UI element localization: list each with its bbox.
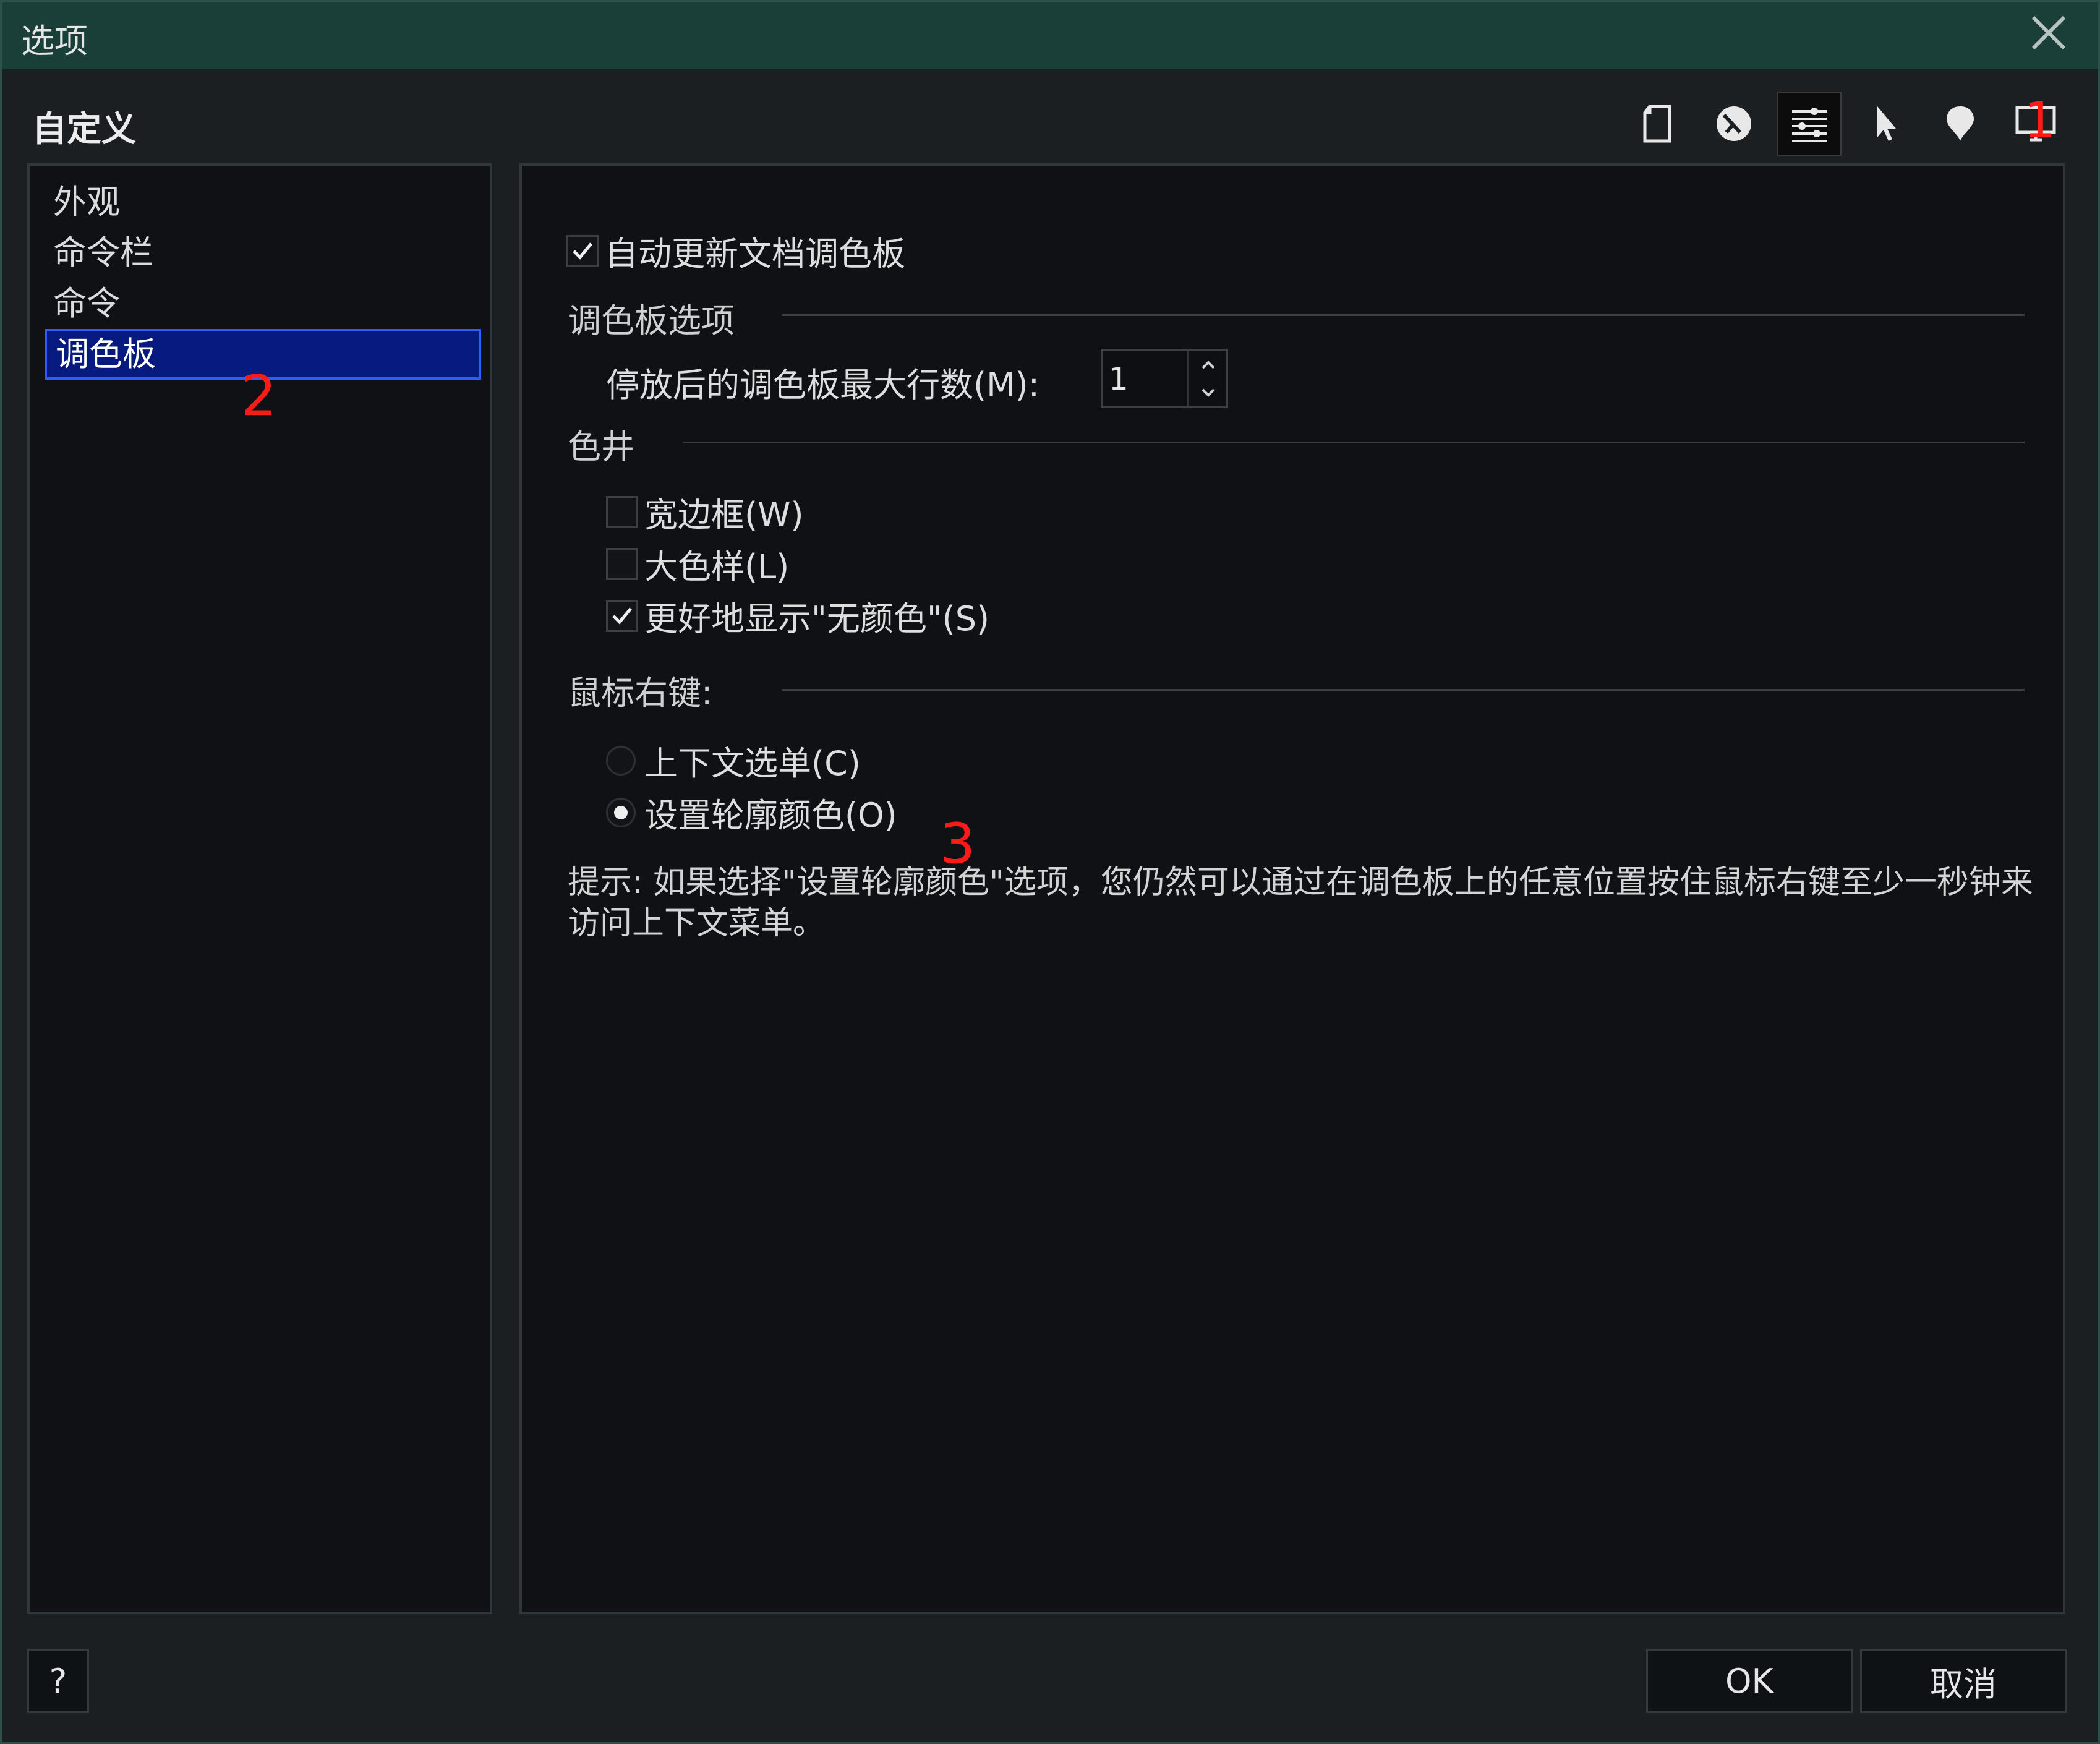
close-icon [2031,15,2066,50]
max-rows-input[interactable] [1109,357,1183,401]
tools-button[interactable] [1853,92,1917,156]
max-rows-spinner[interactable] [1101,349,1228,408]
divider [683,442,2025,443]
settings-panel: 自动更新文档调色板 调色板选项 停放后的调色板最大行数(M): 色井 [519,163,2065,1614]
category-toolbar [1626,92,2068,156]
global-button[interactable] [1928,92,1992,156]
title-bar[interactable]: 选项 [2,2,2098,69]
radio-circle[interactable] [606,797,636,827]
right-click-heading: 鼠标右键: [568,673,713,712]
customize-button[interactable] [1777,92,1842,156]
checkbox-box[interactable] [606,599,638,632]
set-outline-label: 设置轮廓颜色(O) [644,796,897,835]
workspace-button[interactable] [1702,92,1766,156]
set-outline-radio[interactable]: 设置轮廓颜色(O) [606,788,897,837]
checkmark-icon [612,607,632,625]
chevron-down-icon [1202,388,1215,397]
options-dialog: 选项 自定义 1 外观 命令栏 命令 调色板 2 自动更新文档调色板 调色板选项… [0,0,2100,1744]
wide-border-checkbox[interactable]: 宽边框(W) [606,487,804,536]
better-no-color-label: 更好地显示"无颜色"(S) [644,599,990,638]
large-swatch-label: 大色样(L) [644,547,790,586]
dialog-body: 自定义 1 外观 命令栏 命令 调色板 2 自动更新文档调色板 调色板选项 停放… [2,69,2098,1742]
better-no-color-checkbox[interactable]: 更好地显示"无颜色"(S) [606,591,989,640]
cancel-button[interactable]: 取消 [1860,1649,2067,1713]
page-title: 自定义 [32,109,136,150]
tree-item-appearance[interactable]: 外观 [45,177,481,228]
checkbox-box[interactable] [606,495,638,528]
color-wells-heading: 色井 [568,427,634,466]
divider [782,689,2025,691]
checkbox-box[interactable] [606,547,638,580]
radio-selected-dot [614,805,628,819]
hint-text: 提示: 如果选择"设置轮廓颜色"选项，您仍然可以通过在调色板上的任意位置按住鼠标… [568,864,2033,942]
window-title: 选项 [21,22,88,61]
context-menu-label: 上下文选单(C) [644,744,861,783]
workspace-globe-icon [1717,106,1751,141]
document-button[interactable] [1626,92,1691,156]
spinner-down-button[interactable] [1189,378,1228,406]
spinner-up-button[interactable] [1189,351,1228,378]
spinner-arrows [1187,351,1226,406]
divider [782,314,2025,316]
bulb-marker-icon [1947,106,1974,141]
tree-item-commands[interactable]: 命令 [45,278,481,329]
checkbox-box[interactable] [566,234,599,267]
radio-circle[interactable] [606,745,636,776]
tree-item-command-bars[interactable]: 命令栏 [45,228,481,278]
pointer-tool-icon [1877,106,1896,141]
annotation-2: 2 [241,364,277,429]
max-rows-label: 停放后的调色板最大行数(M): [606,365,1039,404]
checkmark-icon [573,242,592,260]
large-swatch-checkbox[interactable]: 大色样(L) [606,539,789,588]
palette-options-heading: 调色板选项 [568,301,735,340]
auto-update-label: 自动更新文档调色板 [605,234,905,273]
wide-border-label: 宽边框(W) [644,495,804,534]
ok-button[interactable]: OK [1646,1649,1853,1713]
help-button[interactable]: ? [27,1649,89,1713]
document-icon [1643,105,1671,143]
chevron-up-icon [1202,360,1215,369]
annotation-1: 1 [2024,92,2055,149]
customize-sliders-icon [1792,108,1827,142]
close-button[interactable] [2027,11,2070,54]
context-menu-radio[interactable]: 上下文选单(C) [606,736,861,785]
auto-update-checkbox[interactable]: 自动更新文档调色板 [566,226,905,275]
